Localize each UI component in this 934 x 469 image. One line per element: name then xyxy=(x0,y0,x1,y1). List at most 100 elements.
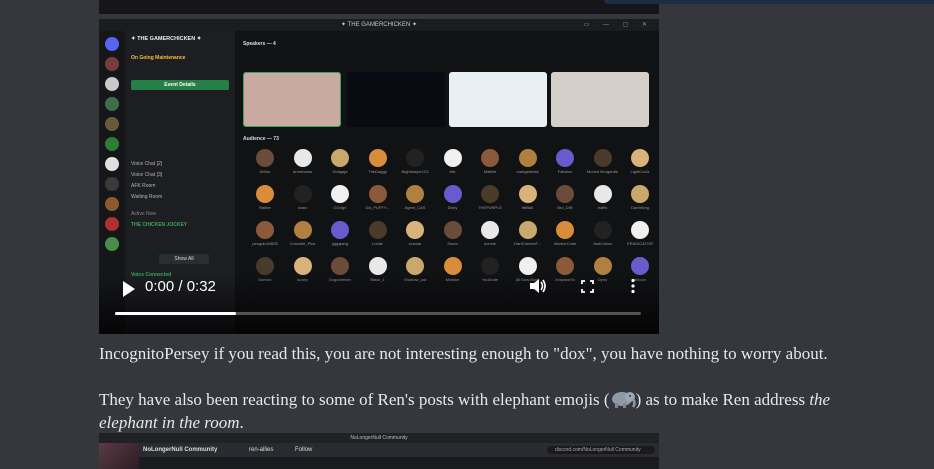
speaker-tile[interactable] xyxy=(551,72,649,127)
audience-avatar[interactable] xyxy=(293,149,312,167)
audience-avatar[interactable] xyxy=(406,149,424,167)
audience-avatar[interactable] xyxy=(406,257,424,275)
audience-avatar[interactable] xyxy=(256,221,274,239)
speakers-header: Speakers — 4 xyxy=(243,41,276,47)
video-player[interactable]: ✦ THE GAMERCHICKEN ✦ ▭ — ▢ ✕ ✦ THE GAMER… xyxy=(99,19,659,334)
server-icon xyxy=(105,37,119,51)
audience-name: Dicky xyxy=(447,205,458,210)
audience-avatar[interactable] xyxy=(368,221,387,239)
italic-phrase: elephant in the room xyxy=(99,413,240,432)
audience-name: traffic xyxy=(597,205,608,210)
channel-header: NoLongerNull Community ren-allies Follow… xyxy=(99,443,659,457)
window-controls-icon: ▭ — ▢ ✕ xyxy=(583,22,653,28)
progress-bar[interactable] xyxy=(115,312,641,315)
follow-tab[interactable]: Follow xyxy=(295,447,312,453)
audience-name: LightCoolz xyxy=(630,169,650,174)
audience-name: Matthe xyxy=(483,169,497,174)
audience-avatar[interactable] xyxy=(331,221,349,239)
audience-name: TheDaggy xyxy=(368,169,387,174)
audience-avatar[interactable] xyxy=(631,185,649,203)
audience-avatar[interactable] xyxy=(593,257,612,275)
volume-icon[interactable] xyxy=(529,278,547,294)
audience-avatar[interactable] xyxy=(481,257,499,275)
audience-avatar[interactable] xyxy=(556,149,574,167)
fullscreen-icon[interactable] xyxy=(581,280,594,293)
audience-avatar[interactable] xyxy=(593,185,612,203)
audience-name: Agent_CAS xyxy=(404,205,426,210)
audience-name: orangebeats xyxy=(516,169,539,174)
audience-name: ttttBall xyxy=(521,205,534,210)
audience-avatar[interactable] xyxy=(556,185,574,203)
channel-item[interactable]: Voice Chat [2] xyxy=(131,161,162,167)
paragraph-text: ) as to make Ren address xyxy=(635,390,810,409)
audience-name: JustCotton xyxy=(592,241,613,246)
play-icon[interactable] xyxy=(123,281,135,297)
channel-item[interactable]: Voice Chat [3] xyxy=(131,172,162,178)
ongoing-event-label: On Going Maintenance xyxy=(131,55,186,61)
speaker-tile[interactable] xyxy=(449,72,547,127)
audience-avatar[interactable] xyxy=(631,149,649,167)
speaker-tile[interactable] xyxy=(347,72,445,127)
audience-avatar[interactable] xyxy=(256,185,274,203)
audience-avatar[interactable] xyxy=(293,221,312,239)
audience-avatar[interactable] xyxy=(556,221,574,239)
audience-avatar[interactable] xyxy=(293,185,312,203)
audience-avatar[interactable] xyxy=(518,185,537,203)
server-name: ✦ THE GAMERCHICKEN ✦ xyxy=(131,36,202,42)
audience-avatar[interactable] xyxy=(331,185,349,203)
audience-name: Moved Morganite xyxy=(587,169,618,174)
audience-avatar[interactable] xyxy=(368,185,387,203)
paragraph-text: They have also been reacting to some of … xyxy=(99,390,610,409)
audience-avatar[interactable] xyxy=(593,149,612,167)
active-channel[interactable]: THE CHICKEN JOCKEY xyxy=(131,222,187,228)
audience-avatar[interactable] xyxy=(556,257,574,275)
audience-avatar[interactable] xyxy=(406,185,424,203)
audience-avatar[interactable] xyxy=(481,149,499,167)
audience-avatar[interactable] xyxy=(331,257,349,275)
url-field[interactable]: discord.com/NoLongerNull Community xyxy=(547,446,655,454)
server-icon xyxy=(105,137,119,151)
audience-name: xcsolar xyxy=(408,241,422,246)
audience-avatar[interactable] xyxy=(518,149,537,167)
show-all-button[interactable]: Show All xyxy=(159,254,209,264)
audience-avatar[interactable] xyxy=(331,149,349,167)
audience-avatar[interactable] xyxy=(256,149,274,167)
audience-avatar[interactable] xyxy=(443,185,462,203)
progress-fill xyxy=(115,312,236,315)
channel-item[interactable]: Waiting Room xyxy=(131,194,162,200)
paragraph-text: . xyxy=(239,413,244,432)
audience-avatar[interactable] xyxy=(293,257,312,275)
audience-name: Arthur xyxy=(259,169,271,174)
audience-avatar[interactable] xyxy=(631,257,649,275)
event-details-button[interactable]: Event Details xyxy=(131,80,229,90)
audience-avatar[interactable] xyxy=(443,221,462,239)
audience-avatar[interactable] xyxy=(518,257,537,275)
server-icon xyxy=(105,57,119,71)
audience-name: Lostie xyxy=(372,241,383,246)
audience-avatar[interactable] xyxy=(481,221,499,239)
more-options-icon[interactable] xyxy=(631,278,635,294)
active-now-label: Active Now xyxy=(131,211,157,217)
audience-avatar[interactable] xyxy=(368,257,387,275)
window-title: ✦ THE GAMERCHICKEN ✦ xyxy=(341,22,417,28)
audience-avatar[interactable] xyxy=(256,257,274,275)
audience-name: Hodgaja xyxy=(332,169,348,174)
audience-avatar[interactable] xyxy=(443,257,462,275)
second-video-player[interactable]: NoLongerNull Community NoLongerNull Comm… xyxy=(99,433,659,469)
audience-avatar[interactable] xyxy=(406,221,424,239)
audience-name: Fabolus xyxy=(557,169,573,174)
header-accent xyxy=(604,0,934,4)
audience-avatar[interactable] xyxy=(518,221,537,239)
audience-avatar[interactable] xyxy=(368,149,387,167)
server-icon xyxy=(105,237,119,251)
server-icon xyxy=(105,97,119,111)
time-display: 0:00 / 0:32 xyxy=(145,278,216,295)
channel-name[interactable]: ren-allies xyxy=(249,447,273,453)
audience-avatar[interactable] xyxy=(593,221,612,239)
audience-avatar[interactable] xyxy=(631,221,649,239)
audience-avatar[interactable] xyxy=(443,149,462,167)
speaker-tile[interactable] xyxy=(243,72,341,127)
audience-avatar[interactable] xyxy=(481,185,499,203)
server-icon xyxy=(105,197,119,211)
channel-item[interactable]: AFK Room xyxy=(131,183,155,189)
